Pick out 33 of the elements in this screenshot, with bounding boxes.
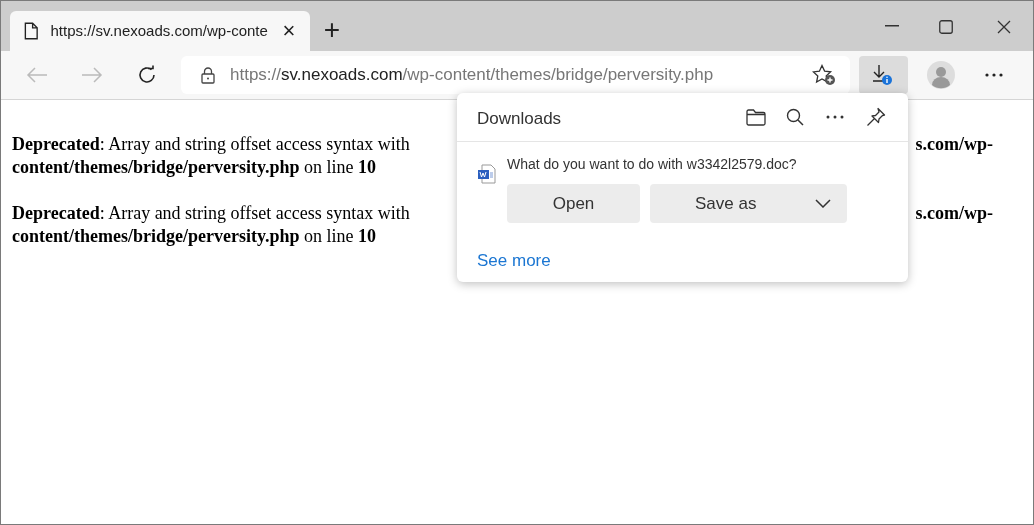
warning-text: Deprecated: Array and string offset access syntax with	[12, 202, 410, 225]
chevron-down-icon	[815, 199, 831, 208]
url-text: https://sv.nexoads.com/wp-content/themes/bridge/perversity.php	[230, 64, 715, 87]
save-as-button[interactable]: Save as	[650, 184, 847, 223]
folder-icon[interactable]	[746, 108, 766, 126]
tab-title: https://sv.nexoads.com/wp-conte	[50, 20, 268, 41]
page-icon	[24, 21, 39, 41]
word-document-icon	[477, 164, 496, 184]
menu-icon[interactable]	[985, 73, 1003, 77]
warning-text: s.com/wp-	[915, 133, 993, 156]
add-favorite-icon[interactable]	[812, 64, 836, 86]
warning-text: content/themes/bridge/perversity.php on line 10	[12, 225, 376, 248]
more-icon[interactable]	[826, 115, 844, 119]
warning-text: content/themes/bridge/perversity.php on line 10	[12, 156, 376, 179]
panel-title: Downloads	[477, 107, 563, 130]
profile-avatar-icon[interactable]	[927, 61, 955, 89]
new-tab-button[interactable]: +	[317, 10, 347, 50]
close-tab-button[interactable]: ×	[279, 20, 298, 42]
warning-text: Deprecated: Array and string offset access syntax with	[12, 133, 410, 156]
pin-icon[interactable]	[866, 107, 886, 127]
close-icon[interactable]	[997, 20, 1011, 34]
browser-tab[interactable]: https://sv.nexoads.com/wp-conte ×	[10, 11, 310, 51]
lock-icon	[201, 66, 215, 84]
warning-text: s.com/wp-	[915, 202, 993, 225]
search-icon[interactable]	[786, 108, 804, 126]
download-prompt: What do you want to do with w3342l2579.doc?	[507, 156, 798, 173]
see-more-link[interactable]: See more	[477, 251, 551, 270]
open-button[interactable]: Open	[507, 184, 640, 223]
maximize-icon[interactable]	[939, 20, 953, 34]
address-bar[interactable]: https://sv.nexoads.com/wp-content/themes/bridge/perversity.php	[181, 56, 850, 94]
downloads-button[interactable]	[859, 56, 908, 94]
refresh-icon[interactable]	[137, 65, 157, 85]
minimize-icon[interactable]	[885, 25, 899, 27]
